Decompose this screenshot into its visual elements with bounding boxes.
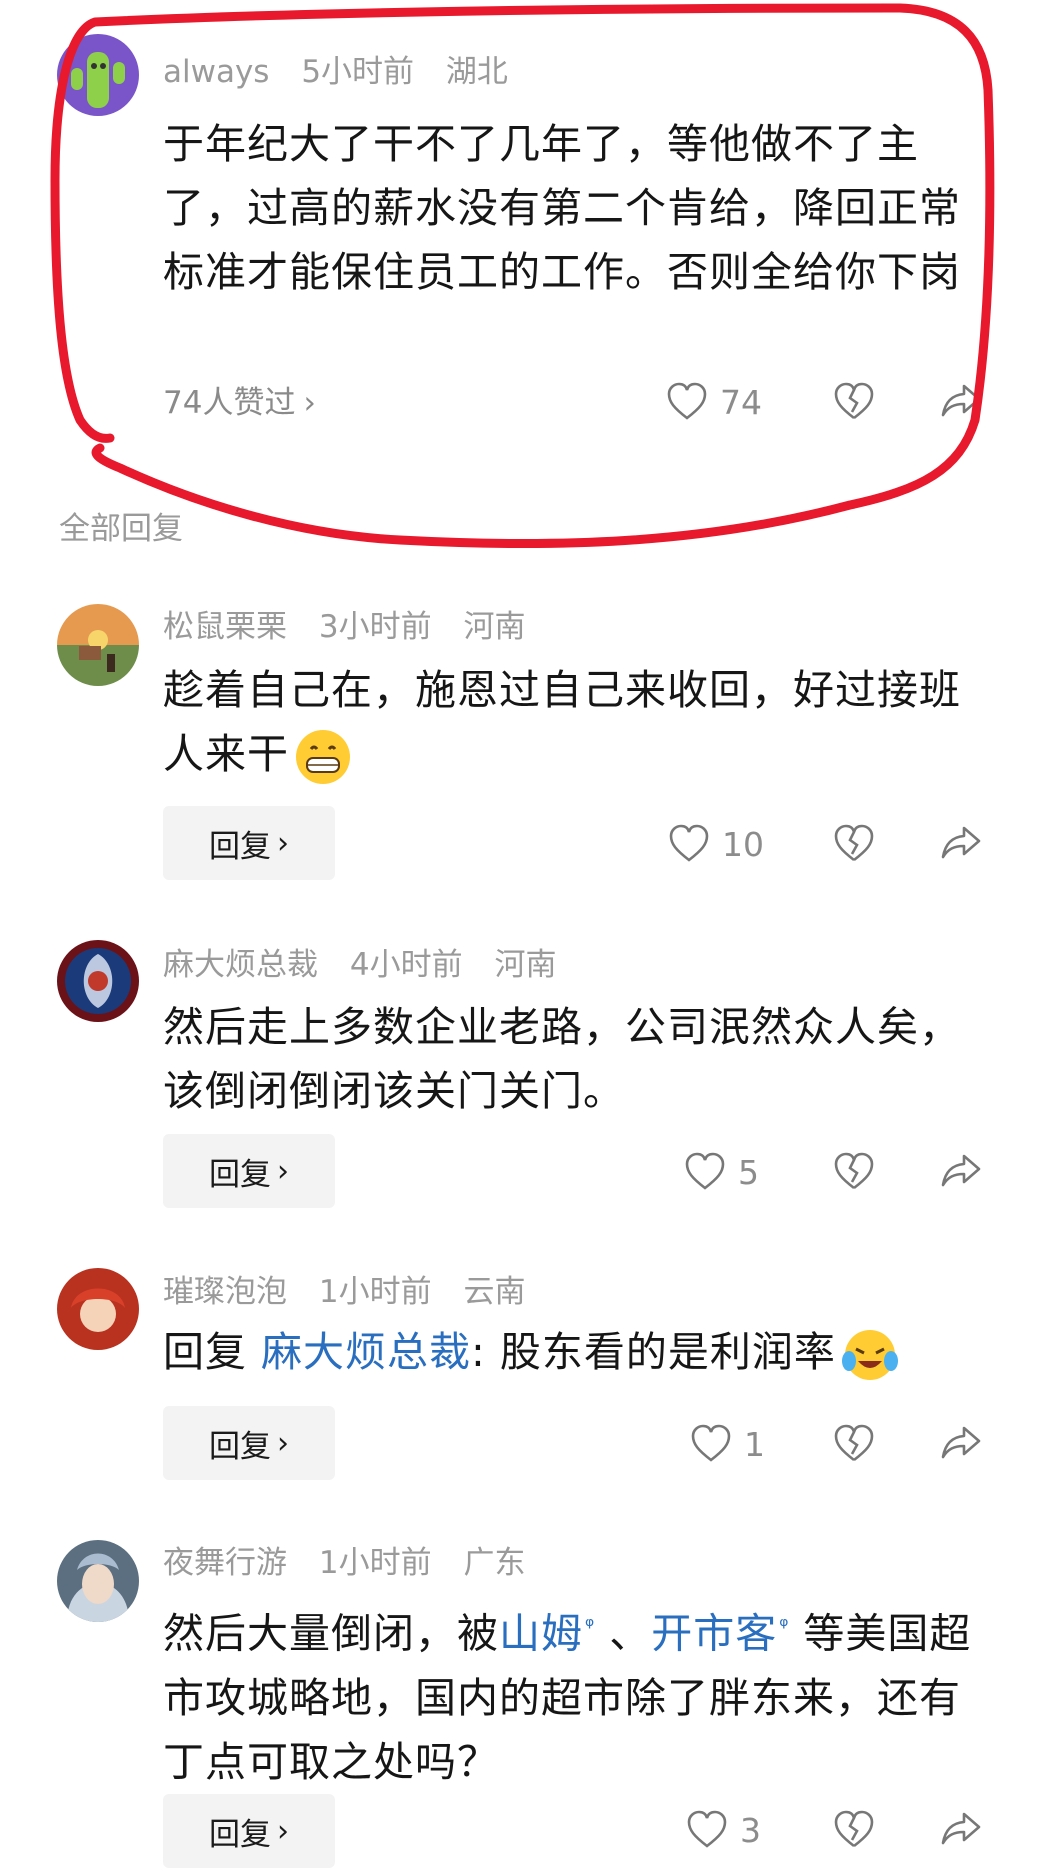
share-button[interactable] (940, 1422, 982, 1462)
username[interactable]: 麻大烦总裁 (163, 947, 318, 983)
like-button[interactable]: 3 (686, 1810, 761, 1850)
share-arrow-icon (941, 1426, 981, 1459)
comment-meta: always 5小时前 湖北 (163, 52, 530, 92)
search-link[interactable]: 开市客 (651, 1610, 777, 1658)
share-arrow-icon (941, 1812, 981, 1845)
avatar[interactable] (57, 940, 139, 1022)
timestamp: 1小时前 (318, 1274, 432, 1310)
reply-button[interactable]: 回复 › (163, 1134, 335, 1208)
dislike-button[interactable] (833, 1424, 875, 1464)
location: 云南 (463, 1274, 526, 1310)
heart-outline-icon (687, 1810, 727, 1848)
like-count: 74 (720, 382, 762, 422)
liked-by-link[interactable]: 74人赞过 › (163, 383, 338, 423)
like-count: 1 (744, 1424, 765, 1464)
location: 广东 (463, 1545, 526, 1581)
reply-button[interactable]: 回复 › (163, 1406, 335, 1480)
chevron-right-icon: › (303, 385, 316, 421)
share-button[interactable] (940, 1808, 982, 1848)
timestamp: 1小时前 (318, 1545, 432, 1581)
location: 河南 (463, 609, 526, 645)
mention-link[interactable]: 麻大烦总裁 (261, 1328, 471, 1376)
like-count: 10 (722, 824, 764, 864)
chevron-right-icon: › (277, 825, 289, 861)
like-button[interactable]: 1 (690, 1424, 765, 1464)
heart-outline-icon (691, 1424, 731, 1462)
chevron-right-icon: › (277, 1425, 289, 1461)
chevron-right-icon: › (277, 1153, 289, 1189)
username[interactable]: always (163, 54, 269, 90)
like-count: 5 (738, 1152, 759, 1192)
comment-text: 趁着自己在，施恩过自己来收回，好过接班人来干 (163, 658, 993, 787)
share-button[interactable] (940, 1150, 982, 1190)
avatar[interactable] (57, 604, 139, 686)
broken-heart-icon (834, 824, 874, 862)
reply-button[interactable]: 回复 › (163, 1794, 335, 1868)
dislike-button[interactable] (833, 1152, 875, 1192)
dislike-button[interactable] (833, 382, 875, 422)
broken-heart-icon (834, 1152, 874, 1190)
comment-meta: 夜舞行游 1小时前 广东 (163, 1543, 547, 1583)
dislike-button[interactable] (833, 824, 875, 864)
avatar[interactable] (57, 1268, 139, 1350)
laughing-crying-emoji-icon (840, 1325, 900, 1385)
username[interactable]: 夜舞行游 (163, 1545, 287, 1581)
search-link[interactable]: 山姆 (499, 1610, 583, 1658)
like-button[interactable]: 10 (668, 824, 764, 864)
grin-emoji-icon (293, 727, 353, 787)
comment-text: 回复 麻大烦总裁: 股东看的是利润率 (163, 1320, 993, 1385)
comment-meta: 璀璨泡泡 1小时前 云南 (163, 1272, 547, 1312)
username[interactable]: 璀璨泡泡 (163, 1274, 287, 1310)
like-button[interactable]: 5 (684, 1152, 759, 1192)
chevron-right-icon: › (277, 1813, 289, 1849)
dislike-button[interactable] (833, 1810, 875, 1850)
comment-meta: 麻大烦总裁 4小时前 河南 (163, 945, 578, 985)
timestamp: 3小时前 (318, 609, 432, 645)
broken-heart-icon (834, 382, 874, 420)
comment-text: 然后大量倒闭，被山姆ᵠ 、开市客ᵠ 等美国超市攻城略地，国内的超市除了胖东来，还… (163, 1609, 972, 1786)
heart-outline-icon (669, 824, 709, 862)
section-title: 全部回复 (59, 511, 183, 547)
reply-button[interactable]: 回复 › (163, 806, 335, 880)
avatar[interactable] (57, 1540, 139, 1622)
like-count: 3 (740, 1810, 761, 1850)
timestamp: 4小时前 (349, 947, 463, 983)
comment-meta: 松鼠栗栗 3小时前 河南 (163, 607, 547, 647)
comment-text: 然后走上多数企业老路，公司泯然众人矣，该倒闭倒闭该关门关门。 (163, 1003, 961, 1115)
search-icon: ᵠ (585, 1614, 596, 1639)
share-button[interactable] (940, 380, 982, 420)
location: 河南 (494, 947, 557, 983)
share-button[interactable] (940, 822, 982, 862)
comment-text: 于年纪大了干不了几年了，等他做不了主了，过高的薪水没有第二个肯给，降回正常标准才… (163, 120, 961, 296)
avatar[interactable] (57, 34, 139, 116)
location: 湖北 (445, 54, 508, 90)
share-arrow-icon (941, 826, 981, 859)
share-arrow-icon (941, 1154, 981, 1187)
broken-heart-icon (834, 1424, 874, 1462)
username[interactable]: 松鼠栗栗 (163, 609, 287, 645)
heart-outline-icon (685, 1152, 725, 1190)
broken-heart-icon (834, 1810, 874, 1848)
like-button[interactable]: 74 (666, 382, 762, 422)
search-icon: ᵠ (779, 1614, 790, 1639)
share-arrow-icon (941, 384, 981, 417)
heart-outline-icon (667, 382, 707, 420)
timestamp: 5小时前 (301, 54, 415, 90)
